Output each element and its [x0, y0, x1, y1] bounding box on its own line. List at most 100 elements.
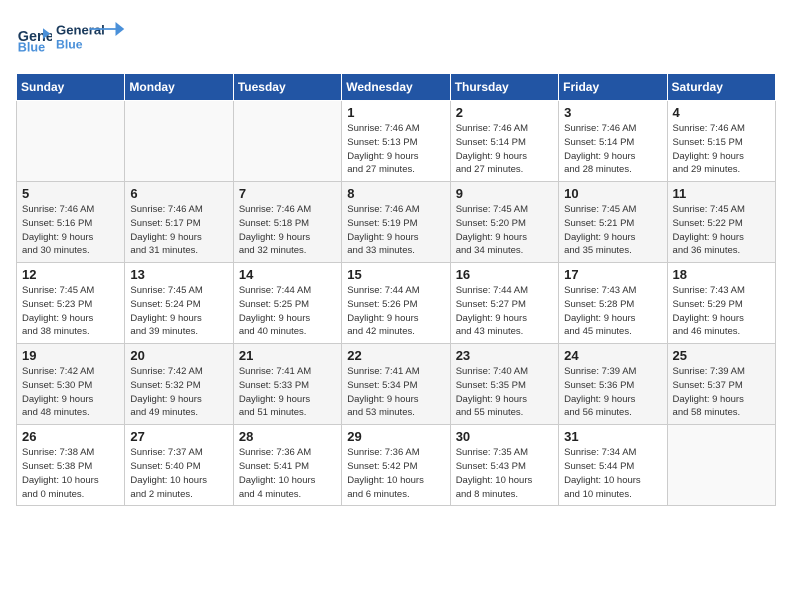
day-info: Sunrise: 7:35 AM Sunset: 5:43 PM Dayligh… [456, 446, 553, 501]
calendar-cell: 7Sunrise: 7:46 AM Sunset: 5:18 PM Daylig… [233, 182, 341, 263]
weekday-header-sunday: Sunday [17, 74, 125, 101]
calendar-cell: 19 Sunrise: 7:42 AM Sunset: 5:30 PM Dayli… [17, 344, 125, 425]
day-number: 20 [130, 348, 227, 363]
calendar-cell: 13 Sunrise: 7:45 AM Sunset: 5:24 PM Dayli… [125, 263, 233, 344]
calendar-cell: 21Sunrise: 7:41 AM Sunset: 5:33 PM Dayli… [233, 344, 341, 425]
calendar-cell: 12 Sunrise: 7:45 AM Sunset: 5:23 PM Dayli… [17, 263, 125, 344]
calendar-cell: 16 Sunrise: 7:44 AM Sunset: 5:27 PM Dayli… [450, 263, 558, 344]
weekday-header-thursday: Thursday [450, 74, 558, 101]
day-info: Sunrise: 7:36 AM Sunset: 5:41 PM Dayligh… [239, 446, 336, 501]
weekday-header-tuesday: Tuesday [233, 74, 341, 101]
day-number: 1 [347, 105, 444, 120]
weekday-header-friday: Friday [559, 74, 667, 101]
calendar-cell: 28 Sunrise: 7:36 AM Sunset: 5:41 PM Dayli… [233, 425, 341, 506]
day-info: Sunrise: 7:45 AM Sunset: 5:22 PM Dayligh… [673, 203, 770, 258]
calendar-week-row: 12 Sunrise: 7:45 AM Sunset: 5:23 PM Dayli… [17, 263, 776, 344]
calendar-cell: 30 Sunrise: 7:35 AM Sunset: 5:43 PM Dayli… [450, 425, 558, 506]
day-number: 18 [673, 267, 770, 282]
calendar-week-row: 19 Sunrise: 7:42 AM Sunset: 5:30 PM Dayli… [17, 344, 776, 425]
day-info: Sunrise: 7:45 AM Sunset: 5:23 PM Dayligh… [22, 284, 119, 339]
calendar-cell: 23 Sunrise: 7:40 AM Sunset: 5:35 PM Dayli… [450, 344, 558, 425]
day-info: Sunrise: 7:45 AM Sunset: 5:20 PM Dayligh… [456, 203, 553, 258]
day-number: 10 [564, 186, 661, 201]
day-info: Sunrise: 7:46 AM Sunset: 5:14 PM Dayligh… [564, 122, 661, 177]
day-number: 30 [456, 429, 553, 444]
calendar-cell [125, 101, 233, 182]
calendar-cell: 20 Sunrise: 7:42 AM Sunset: 5:32 PM Dayli… [125, 344, 233, 425]
calendar-week-row: 26 Sunrise: 7:38 AM Sunset: 5:38 PM Dayli… [17, 425, 776, 506]
day-info: Sunrise: 7:41 AM Sunset: 5:33 PM Dayligh… [239, 365, 336, 420]
day-number: 5 [22, 186, 119, 201]
day-info: Sunrise: 7:44 AM Sunset: 5:26 PM Dayligh… [347, 284, 444, 339]
day-number: 16 [456, 267, 553, 282]
calendar-cell: 2 Sunrise: 7:46 AM Sunset: 5:14 PM Daylig… [450, 101, 558, 182]
day-number: 27 [130, 429, 227, 444]
day-number: 23 [456, 348, 553, 363]
day-number: 13 [130, 267, 227, 282]
day-info: Sunrise: 7:45 AM Sunset: 5:24 PM Dayligh… [130, 284, 227, 339]
day-info: Sunrise: 7:46 AM Sunset: 5:19 PM Dayligh… [347, 203, 444, 258]
day-number: 26 [22, 429, 119, 444]
calendar-cell: 11 Sunrise: 7:45 AM Sunset: 5:22 PM Dayli… [667, 182, 775, 263]
calendar-cell: 18Sunrise: 7:43 AM Sunset: 5:29 PM Dayli… [667, 263, 775, 344]
calendar-cell: 5 Sunrise: 7:46 AM Sunset: 5:16 PM Daylig… [17, 182, 125, 263]
weekday-header-saturday: Saturday [667, 74, 775, 101]
day-info: Sunrise: 7:40 AM Sunset: 5:35 PM Dayligh… [456, 365, 553, 420]
weekday-header-monday: Monday [125, 74, 233, 101]
day-info: Sunrise: 7:39 AM Sunset: 5:36 PM Dayligh… [564, 365, 661, 420]
day-info: Sunrise: 7:44 AM Sunset: 5:27 PM Dayligh… [456, 284, 553, 339]
day-info: Sunrise: 7:39 AM Sunset: 5:37 PM Dayligh… [673, 365, 770, 420]
day-number: 11 [673, 186, 770, 201]
day-number: 28 [239, 429, 336, 444]
day-number: 8 [347, 186, 444, 201]
day-number: 6 [130, 186, 227, 201]
calendar-cell: 27 Sunrise: 7:37 AM Sunset: 5:40 PM Dayli… [125, 425, 233, 506]
day-info: Sunrise: 7:46 AM Sunset: 5:17 PM Dayligh… [130, 203, 227, 258]
calendar-body: 1 Sunrise: 7:46 AM Sunset: 5:13 PM Daylig… [17, 101, 776, 506]
day-info: Sunrise: 7:46 AM Sunset: 5:13 PM Dayligh… [347, 122, 444, 177]
calendar-cell: 25Sunrise: 7:39 AM Sunset: 5:37 PM Dayli… [667, 344, 775, 425]
calendar-cell [17, 101, 125, 182]
calendar-week-row: 1 Sunrise: 7:46 AM Sunset: 5:13 PM Daylig… [17, 101, 776, 182]
day-info: Sunrise: 7:46 AM Sunset: 5:16 PM Dayligh… [22, 203, 119, 258]
calendar-cell: 10Sunrise: 7:45 AM Sunset: 5:21 PM Dayli… [559, 182, 667, 263]
calendar-week-row: 5 Sunrise: 7:46 AM Sunset: 5:16 PM Daylig… [17, 182, 776, 263]
calendar-cell: 4 Sunrise: 7:46 AM Sunset: 5:15 PM Daylig… [667, 101, 775, 182]
logo-icon: General Blue [16, 21, 52, 57]
day-number: 31 [564, 429, 661, 444]
day-number: 4 [673, 105, 770, 120]
day-info: Sunrise: 7:42 AM Sunset: 5:32 PM Dayligh… [130, 365, 227, 420]
day-number: 19 [22, 348, 119, 363]
general-blue-logo-svg: General Blue [56, 16, 126, 56]
calendar-table: SundayMondayTuesdayWednesdayThursdayFrid… [16, 73, 776, 506]
day-number: 3 [564, 105, 661, 120]
svg-text:Blue: Blue [18, 40, 45, 54]
day-number: 2 [456, 105, 553, 120]
day-number: 29 [347, 429, 444, 444]
day-number: 12 [22, 267, 119, 282]
day-info: Sunrise: 7:46 AM Sunset: 5:15 PM Dayligh… [673, 122, 770, 177]
calendar-cell: 9 Sunrise: 7:45 AM Sunset: 5:20 PM Daylig… [450, 182, 558, 263]
day-number: 24 [564, 348, 661, 363]
calendar-cell: 31Sunrise: 7:34 AM Sunset: 5:44 PM Dayli… [559, 425, 667, 506]
calendar-header-row: SundayMondayTuesdayWednesdayThursdayFrid… [17, 74, 776, 101]
day-info: Sunrise: 7:37 AM Sunset: 5:40 PM Dayligh… [130, 446, 227, 501]
day-info: Sunrise: 7:46 AM Sunset: 5:14 PM Dayligh… [456, 122, 553, 177]
calendar-cell: 15 Sunrise: 7:44 AM Sunset: 5:26 PM Dayli… [342, 263, 450, 344]
day-number: 15 [347, 267, 444, 282]
calendar-cell [233, 101, 341, 182]
day-info: Sunrise: 7:36 AM Sunset: 5:42 PM Dayligh… [347, 446, 444, 501]
day-info: Sunrise: 7:42 AM Sunset: 5:30 PM Dayligh… [22, 365, 119, 420]
calendar-cell: 8 Sunrise: 7:46 AM Sunset: 5:19 PM Daylig… [342, 182, 450, 263]
calendar-cell: 3 Sunrise: 7:46 AM Sunset: 5:14 PM Daylig… [559, 101, 667, 182]
day-number: 9 [456, 186, 553, 201]
day-info: Sunrise: 7:44 AM Sunset: 5:25 PM Dayligh… [239, 284, 336, 339]
day-info: Sunrise: 7:46 AM Sunset: 5:18 PM Dayligh… [239, 203, 336, 258]
svg-text:Blue: Blue [56, 37, 83, 51]
calendar-cell: 29 Sunrise: 7:36 AM Sunset: 5:42 PM Dayli… [342, 425, 450, 506]
calendar-cell: 1 Sunrise: 7:46 AM Sunset: 5:13 PM Daylig… [342, 101, 450, 182]
day-number: 22 [347, 348, 444, 363]
day-info: Sunrise: 7:38 AM Sunset: 5:38 PM Dayligh… [22, 446, 119, 501]
calendar-cell: 6 Sunrise: 7:46 AM Sunset: 5:17 PM Daylig… [125, 182, 233, 263]
logo: General Blue General Blue [16, 16, 126, 61]
